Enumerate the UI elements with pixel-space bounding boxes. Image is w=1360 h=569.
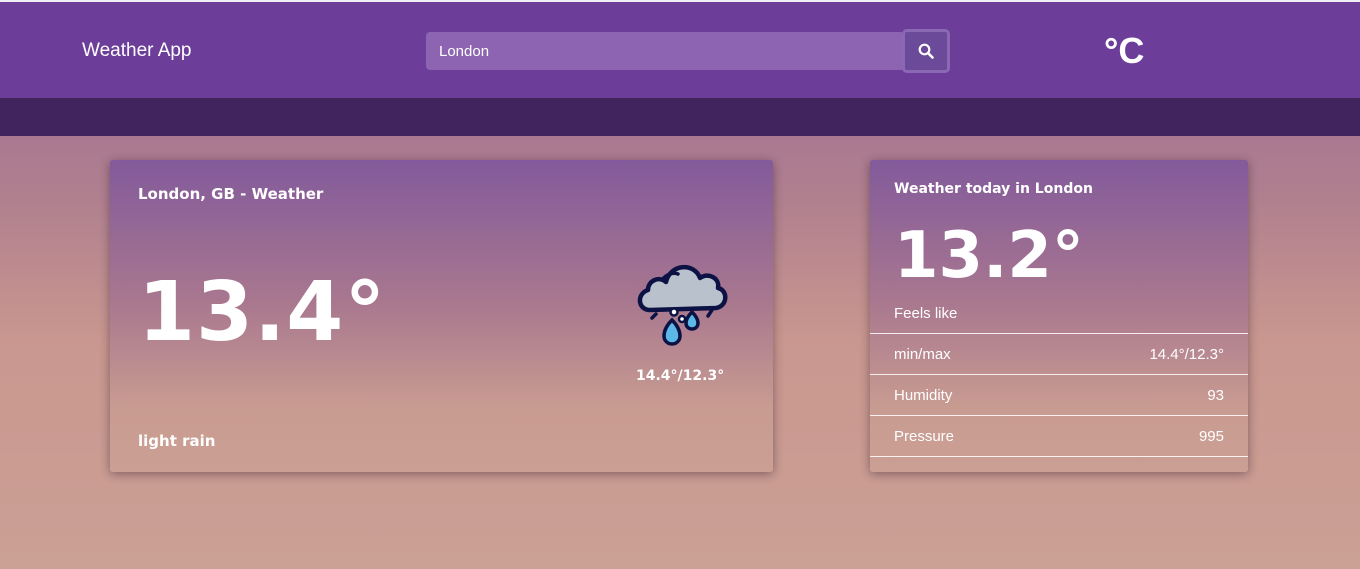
detail-label: Pressure — [894, 427, 955, 445]
weather-description: light rain — [138, 432, 216, 450]
detail-value: 93 — [1207, 386, 1224, 404]
navbar: Weather App °C — [0, 2, 1360, 98]
detail-label: min/max — [894, 345, 951, 363]
unit-toggle[interactable]: °C — [1104, 30, 1144, 72]
details-list: min/max 14.4°/12.3° Humidity 93 Pressure… — [870, 333, 1248, 457]
detail-row-humidity: Humidity 93 — [870, 374, 1248, 415]
search-form — [426, 29, 952, 73]
app-title[interactable]: Weather App — [82, 40, 192, 62]
today-details-card: Weather today in London 13.2° Feels like… — [870, 160, 1248, 472]
current-weather-card: London, GB - Weather 13.4° 14.4°/12.3° l… — [110, 160, 773, 472]
rain-cloud-icon — [637, 265, 728, 346]
details-title: Weather today in London — [894, 181, 1093, 197]
location-title: London, GB - Weather — [138, 185, 324, 203]
detail-value: 14.4°/12.3° — [1149, 345, 1224, 363]
search-input[interactable] — [426, 32, 902, 70]
temperature-range: 14.4°/12.3° — [636, 368, 725, 384]
sub-navbar — [0, 98, 1360, 136]
search-icon — [918, 43, 934, 59]
detail-label: Humidity — [894, 386, 953, 404]
current-temperature: 13.4° — [138, 265, 387, 360]
detail-row-pressure: Pressure 995 — [870, 415, 1248, 457]
detail-row-minmax: min/max 14.4°/12.3° — [870, 333, 1248, 374]
feels-like-temperature: 13.2° — [894, 219, 1084, 293]
search-button[interactable] — [902, 29, 950, 73]
detail-value: 995 — [1198, 427, 1224, 445]
feels-like-label: Feels like — [894, 305, 958, 322]
